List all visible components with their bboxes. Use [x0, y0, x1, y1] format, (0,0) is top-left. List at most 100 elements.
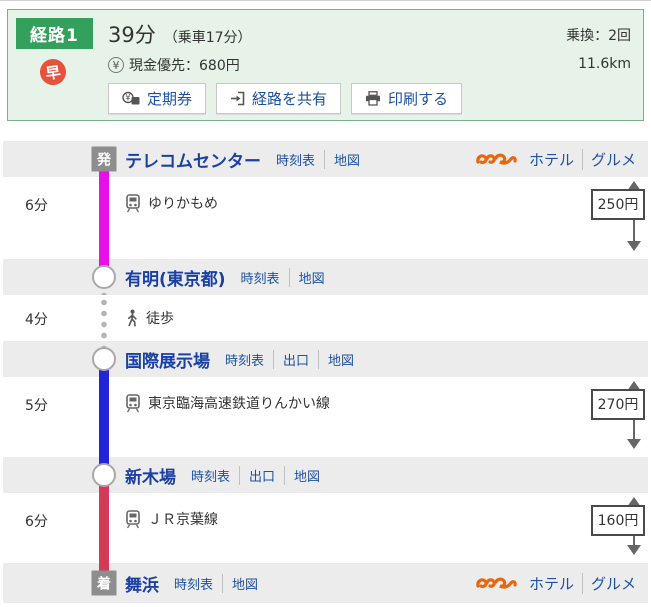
- total-distance: 11.6km: [578, 56, 631, 72]
- summary-main: 39分 （乗車17分） ¥ 現金優先：680円 ¥ 定期券 経路を共有 印刷する: [108, 19, 463, 114]
- station-name-link[interactable]: テレコムセンター: [125, 147, 261, 172]
- map-link[interactable]: 地図: [284, 465, 329, 485]
- timetable-link[interactable]: 時刻表: [182, 466, 239, 485]
- train-icon: [125, 393, 141, 413]
- station-links: 時刻表 地図: [232, 267, 334, 287]
- route-detail-card: 発 テレコムセンター 時刻表 地図 ホテル グルメ 6分 ゆりかもめ 250円 …: [3, 141, 648, 603]
- line-name: ゆりかもめ: [148, 196, 218, 212]
- walk-icon: [125, 309, 139, 328]
- segment-row-keiyo: 6分 ＪＲ京葉線 160円: [3, 493, 648, 563]
- total-duration: 39分: [108, 23, 156, 47]
- train-icon: [125, 509, 141, 529]
- transfer-count: 乗換：2回: [566, 28, 631, 44]
- travel-links: ホテル グルメ: [475, 148, 648, 170]
- share-icon: [230, 91, 245, 106]
- station-row-departure: 発 テレコムセンター 時刻表 地図 ホテル グルメ: [3, 141, 648, 177]
- route-line-column: 発: [91, 141, 117, 177]
- map-link[interactable]: 地図: [222, 573, 267, 593]
- segment-row-rinkai: 5分 東京臨海高速鉄道りんかい線 270円: [3, 377, 648, 457]
- segment-content: ＪＲ京葉線: [125, 493, 648, 529]
- station-links: 時刻表 地図: [165, 573, 267, 593]
- printer-icon: [365, 91, 381, 106]
- fare-amount: 270円: [591, 389, 645, 420]
- station-row-transfer: 新木場 時刻表 出口 地図: [3, 457, 648, 493]
- line-name: 徒歩: [146, 311, 174, 327]
- segment-duration: 4分: [25, 312, 48, 328]
- route-summary-card: 経路1 早 39分 （乗車17分） ¥ 現金優先：680円 ¥ 定期券 経路を共…: [7, 9, 644, 121]
- station-links: 時刻表 出口 地図: [182, 465, 329, 485]
- exit-link[interactable]: 出口: [273, 349, 318, 369]
- station-name-link[interactable]: 国際展示場: [125, 347, 210, 372]
- route-line-column: [92, 377, 116, 457]
- route-line-column: [92, 493, 116, 563]
- segment-duration: 6分: [25, 198, 48, 214]
- gourmet-link[interactable]: グルメ: [581, 148, 644, 170]
- commuter-pass-button[interactable]: ¥ 定期券: [108, 83, 207, 114]
- fastest-route-icon: 早: [38, 57, 68, 87]
- svg-text:¥: ¥: [125, 94, 131, 104]
- hotel-link[interactable]: ホテル: [521, 149, 582, 170]
- jalan-logo-icon: [475, 575, 519, 592]
- station-links: 時刻表 地図: [267, 149, 369, 169]
- share-route-button[interactable]: 経路を共有: [216, 83, 342, 114]
- route-number-badge: 経路1: [16, 18, 93, 49]
- map-link[interactable]: 地図: [324, 149, 369, 169]
- station-name-link[interactable]: 新木場: [125, 463, 176, 488]
- timetable-link[interactable]: 時刻表: [267, 150, 324, 169]
- transfer-station-marker: [92, 347, 116, 371]
- fare-amount: 250円: [591, 189, 645, 220]
- print-label: 印刷する: [388, 90, 449, 108]
- transfer-station-marker: [92, 265, 116, 289]
- fare-amount: 160円: [591, 505, 645, 536]
- timetable-link[interactable]: 時刻表: [216, 350, 273, 369]
- segment-content: 東京臨海高速鉄道りんかい線: [125, 377, 648, 413]
- line-name: 東京臨海高速鉄道りんかい線: [148, 396, 330, 412]
- exit-link[interactable]: 出口: [239, 465, 284, 485]
- share-route-label: 経路を共有: [252, 90, 328, 108]
- segment-duration: 6分: [25, 514, 48, 530]
- segment-content: 徒歩: [125, 295, 648, 341]
- route-line-column: [92, 177, 116, 259]
- route-line-column: [92, 341, 116, 377]
- station-row-transfer: 有明(東京都) 時刻表 地図: [3, 259, 648, 295]
- cash-priority-fare: 現金優先：680円: [129, 58, 240, 74]
- fare-indicator: 160円: [591, 497, 645, 555]
- arrow-down-icon: [627, 439, 642, 449]
- map-link[interactable]: 地図: [288, 267, 334, 287]
- arrow-down-icon: [627, 545, 642, 555]
- departure-badge: 発: [91, 146, 117, 172]
- transfer-station-marker: [92, 463, 116, 487]
- travel-links: ホテル グルメ: [475, 572, 648, 594]
- timetable-link[interactable]: 時刻表: [232, 268, 289, 287]
- station-name-link[interactable]: 舞浜: [125, 571, 159, 596]
- route-line-column: [92, 259, 116, 295]
- train-icon: [125, 193, 141, 213]
- segment-content: ゆりかもめ: [125, 177, 648, 213]
- yen-circle-icon: ¥: [108, 57, 124, 73]
- fare-row: ¥ 現金優先：680円: [108, 55, 462, 75]
- commuter-pass-icon: ¥: [122, 91, 140, 106]
- arrival-badge: 着: [91, 570, 117, 596]
- action-buttons: ¥ 定期券 経路を共有 印刷する: [108, 83, 463, 114]
- fare-indicator: 270円: [591, 381, 645, 449]
- arrow-down-icon: [627, 241, 642, 251]
- ride-time: （乗車17分）: [163, 30, 252, 46]
- commuter-pass-label: 定期券: [147, 90, 193, 108]
- print-button[interactable]: 印刷する: [351, 83, 463, 114]
- segment-row-yurikamome: 6分 ゆりかもめ 250円: [3, 177, 648, 259]
- station-row-arrival: 着 舞浜 時刻表 地図 ホテル グルメ: [3, 563, 648, 603]
- segment-duration: 5分: [25, 398, 48, 414]
- route-line-column: [92, 295, 116, 341]
- map-link[interactable]: 地図: [318, 349, 363, 369]
- jalan-logo-icon: [475, 151, 519, 168]
- timetable-link[interactable]: 時刻表: [165, 574, 222, 593]
- station-links: 時刻表 出口 地図: [216, 349, 363, 369]
- hotel-link[interactable]: ホテル: [521, 573, 582, 594]
- segment-row-walk: 4分 徒歩: [3, 295, 648, 341]
- fare-indicator: 250円: [591, 181, 645, 251]
- station-name-link[interactable]: 有明(東京都): [125, 265, 226, 290]
- gourmet-link[interactable]: グルメ: [581, 572, 644, 594]
- time-row: 39分 （乗車17分）: [108, 19, 462, 49]
- line-name: ＪＲ京葉線: [148, 512, 218, 528]
- route-line-column: [92, 457, 116, 493]
